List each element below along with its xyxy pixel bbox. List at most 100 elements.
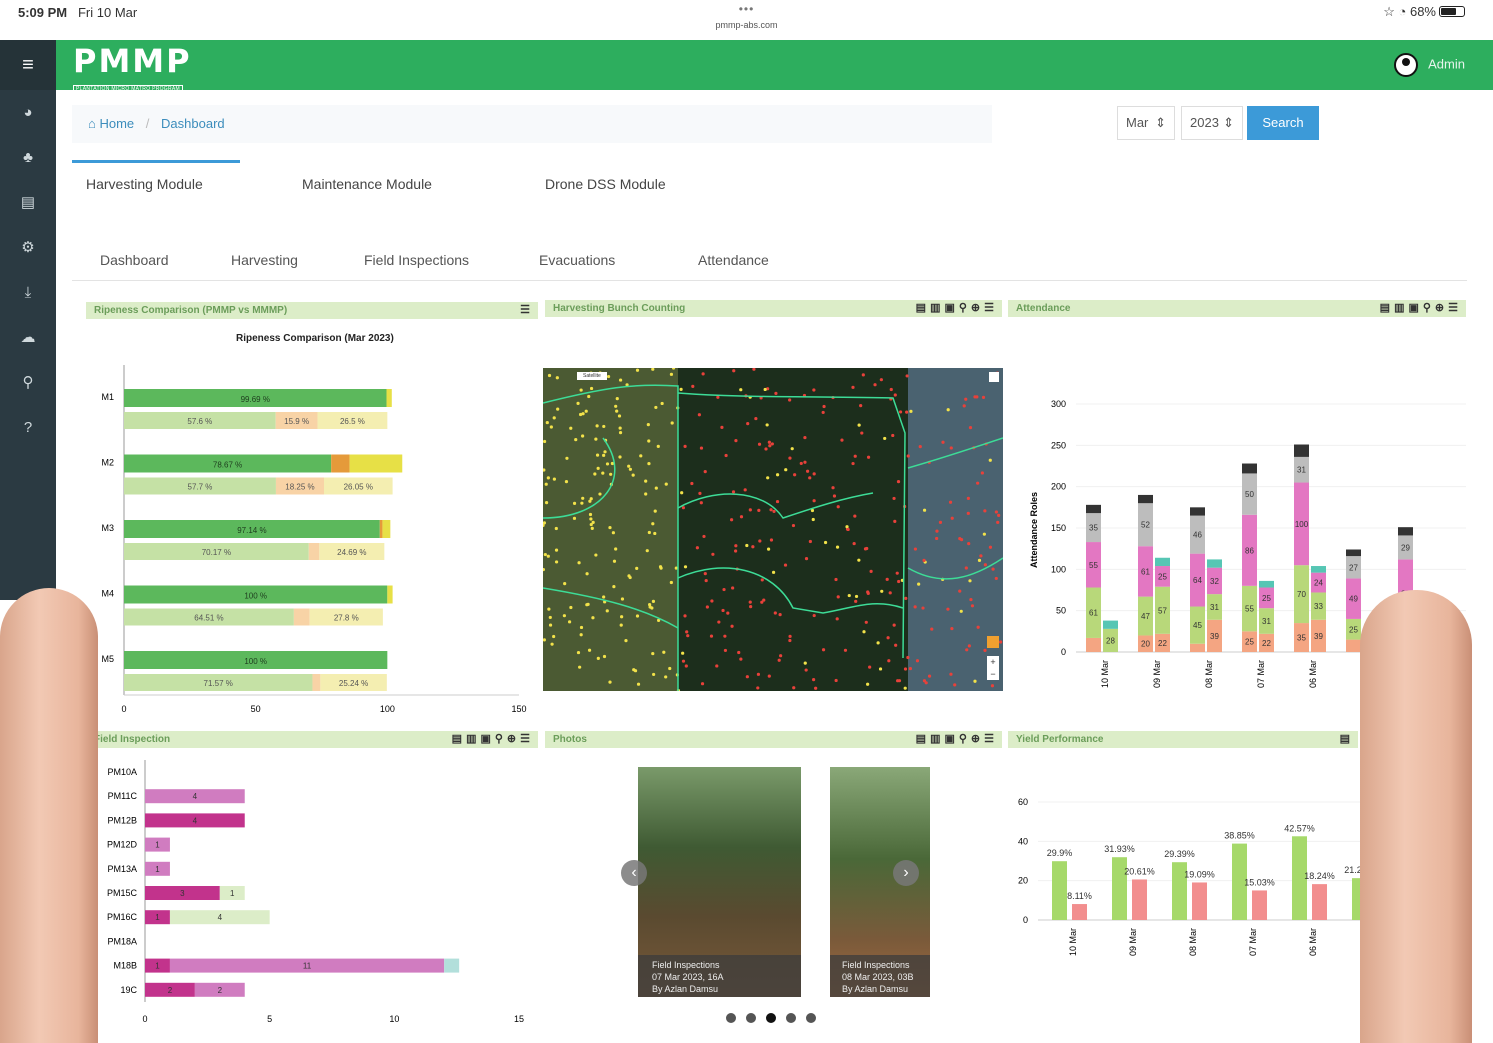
tree-marker bbox=[628, 467, 632, 471]
tab-harvesting[interactable]: Harvesting bbox=[231, 252, 298, 268]
zoom-controls[interactable]: + − bbox=[987, 656, 999, 680]
tab-evacuations[interactable]: Evacuations bbox=[539, 252, 615, 268]
tree-marker bbox=[684, 664, 688, 668]
tree-marker bbox=[857, 423, 861, 427]
panel-toolbar[interactable]: ▤▥▣⚲⊕☰ bbox=[916, 731, 998, 748]
tree-marker bbox=[892, 496, 896, 501]
tab-field-inspections[interactable]: Field Inspections bbox=[364, 252, 469, 268]
x-tick-label: 15 bbox=[514, 1014, 524, 1024]
menu-icon[interactable]: ☰ bbox=[520, 302, 534, 319]
tree-marker bbox=[812, 613, 816, 618]
tree-marker bbox=[950, 516, 954, 520]
panel-toolbar[interactable]: ▤▥▣⚲⊕☰ bbox=[452, 731, 534, 748]
carousel-dot[interactable] bbox=[746, 1013, 756, 1023]
device-status-bar: 5:09 PM Fri 10 Mar ••• pmmp-abs.com ☆ ◔ … bbox=[0, 0, 1493, 40]
x-tick-label: 150 bbox=[511, 704, 526, 714]
tab-drone-dss-module[interactable]: Drone DSS Module bbox=[545, 176, 666, 192]
pmmp-bar bbox=[379, 520, 383, 538]
left-thumb bbox=[0, 588, 98, 1043]
tree-marker bbox=[729, 518, 734, 522]
tree-marker bbox=[743, 488, 747, 492]
sidebar: ≡ ◕ ♣ ▤ ⚙ ⤓ ☁ ⚲ ? bbox=[0, 40, 56, 600]
tree-marker bbox=[852, 541, 856, 546]
panel-toolbar[interactable]: ▤▥▣⚲⊕☰ bbox=[916, 300, 998, 317]
tree-marker bbox=[959, 609, 963, 613]
tree-marker bbox=[808, 476, 812, 480]
tree-marker bbox=[909, 409, 913, 413]
attendance-bar bbox=[1346, 549, 1361, 557]
breadcrumb-home[interactable]: Home bbox=[99, 116, 134, 131]
panel-toolbar[interactable]: ▤ bbox=[1340, 731, 1354, 748]
month-select[interactable]: Mar ⇕ bbox=[1117, 106, 1175, 140]
cloud-upload-icon[interactable]: ☁ bbox=[0, 315, 56, 360]
map-satellite-toggle[interactable]: Satellite bbox=[577, 372, 607, 380]
tree-marker bbox=[788, 638, 792, 643]
home-icon[interactable]: ⌂ bbox=[88, 116, 96, 131]
year-select[interactable]: 2023 ⇕ bbox=[1181, 106, 1243, 140]
tab-maintenance-module[interactable]: Maintenance Module bbox=[302, 176, 432, 192]
book-icon[interactable]: ▤ bbox=[0, 180, 56, 225]
tree-marker bbox=[769, 538, 774, 542]
tree-marker bbox=[836, 505, 840, 509]
tree-marker bbox=[766, 547, 771, 551]
tree-marker bbox=[822, 404, 826, 409]
bar-value-label: 29.39% bbox=[1164, 849, 1195, 859]
y-tick-label: 0 bbox=[1023, 915, 1028, 925]
carousel-dot[interactable] bbox=[726, 1013, 736, 1023]
photo-1[interactable]: Field Inspections 07 Mar 2023, 16A By Azla… bbox=[638, 767, 801, 997]
settings-icon[interactable]: ⚙ bbox=[0, 225, 56, 270]
user-menu[interactable]: Admin bbox=[1394, 53, 1465, 77]
tree-marker bbox=[967, 644, 971, 648]
carousel-dot[interactable] bbox=[766, 1013, 776, 1023]
map-canvas[interactable] bbox=[543, 368, 1003, 691]
dashboard-icon[interactable]: ◕ bbox=[0, 90, 56, 135]
tree-marker bbox=[681, 506, 686, 510]
question-icon[interactable]: ? bbox=[0, 405, 56, 450]
tab-attendance[interactable]: Attendance bbox=[698, 252, 769, 268]
tree-marker bbox=[791, 523, 796, 528]
carousel-prev-icon[interactable]: ‹ bbox=[621, 860, 647, 886]
tree-icon[interactable]: ♣ bbox=[0, 135, 56, 180]
download-icon[interactable]: ⤓ bbox=[0, 270, 56, 315]
bar-value-label: 39 bbox=[1210, 632, 1219, 641]
pmmp-value-label: 78.67 % bbox=[213, 461, 242, 470]
tree-marker bbox=[646, 423, 650, 427]
breadcrumb-current[interactable]: Dashboard bbox=[161, 116, 225, 131]
search-button[interactable]: Search bbox=[1247, 106, 1319, 140]
map-marker-icon[interactable]: ⚲ bbox=[0, 360, 56, 405]
tree-marker bbox=[633, 669, 638, 673]
ripeness-chart: 0 50 100 150 M1 99.69 % 57.6 % 15.9 % 26.5 % M2 78… bbox=[101, 365, 527, 714]
browser-dots[interactable]: ••• bbox=[0, 2, 1493, 16]
tree-marker bbox=[615, 397, 619, 401]
bar-value-label: 28 bbox=[1106, 636, 1115, 645]
tree-marker bbox=[635, 614, 640, 618]
carousel-next-icon[interactable]: › bbox=[893, 860, 919, 886]
tree-marker bbox=[997, 513, 1001, 517]
tree-marker bbox=[854, 594, 859, 599]
tree-marker bbox=[767, 674, 771, 678]
tree-marker bbox=[988, 545, 993, 549]
menu-toggle-icon[interactable]: ≡ bbox=[0, 40, 56, 90]
pegman-icon[interactable] bbox=[987, 636, 999, 648]
tree-marker bbox=[836, 595, 840, 599]
carousel-dot[interactable] bbox=[806, 1013, 816, 1023]
panel-toolbar[interactable]: ▤▥▣⚲⊕☰ bbox=[1380, 300, 1462, 317]
carousel-dot[interactable] bbox=[786, 1013, 796, 1023]
bar-value-label: 39 bbox=[1314, 632, 1323, 641]
tree-marker bbox=[594, 437, 598, 441]
tree-marker bbox=[895, 571, 899, 575]
tree-marker bbox=[662, 650, 666, 654]
tree-marker bbox=[840, 438, 844, 442]
browser-url[interactable]: pmmp-abs.com bbox=[0, 20, 1493, 30]
tree-marker bbox=[588, 499, 592, 503]
bunch-counting-map[interactable]: Satellite + − bbox=[543, 368, 1003, 691]
tab-dashboard[interactable]: Dashboard bbox=[100, 252, 169, 268]
tree-marker bbox=[567, 620, 572, 624]
app-logo[interactable]: PMMP PLANTATION MICRO MATRO PROGRAM bbox=[73, 45, 192, 95]
tree-marker bbox=[935, 536, 939, 541]
tab-harvesting-module[interactable]: Harvesting Module bbox=[86, 176, 203, 192]
bar-value-label: 33 bbox=[1314, 602, 1323, 611]
y-tick-label: 100 bbox=[1051, 564, 1066, 574]
field-inspection-chart: 0 5 10 15 PM10A PM11C 4 PM12B 4 PM12D 1 PM13A 1 PM15C… bbox=[107, 760, 524, 1024]
fullscreen-icon[interactable] bbox=[989, 372, 999, 382]
